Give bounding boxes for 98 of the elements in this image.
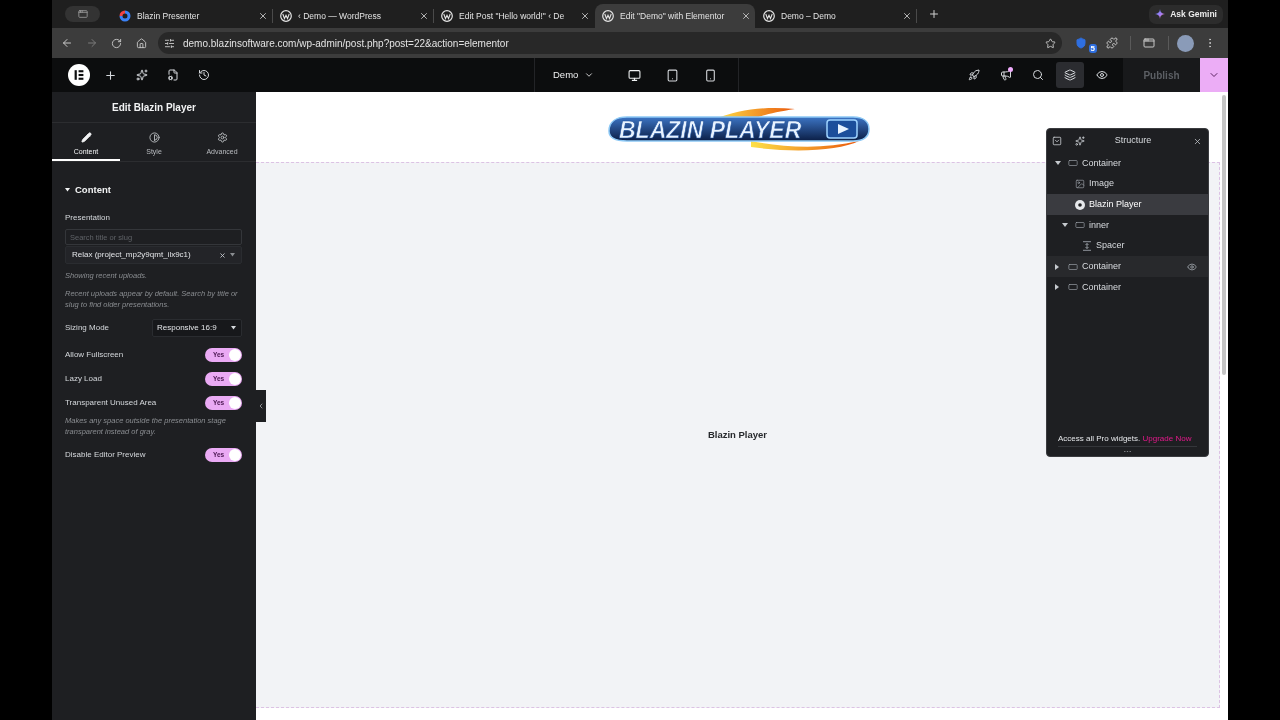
sparkle-icon bbox=[1155, 9, 1166, 19]
arrow-left-icon bbox=[60, 37, 73, 49]
contrast-icon bbox=[148, 132, 160, 143]
history-icon bbox=[197, 69, 210, 81]
tree-item[interactable]: inner bbox=[1047, 215, 1208, 236]
megaphone-icon bbox=[1000, 69, 1012, 81]
switch-knob[interactable] bbox=[229, 397, 241, 409]
ring-logo-icon bbox=[441, 10, 453, 22]
logo-icon[interactable] bbox=[68, 64, 90, 86]
rectangle-icon bbox=[1075, 220, 1085, 231]
switch-label: Lazy Load bbox=[65, 373, 103, 385]
pencil-icon bbox=[80, 132, 92, 143]
chevron-down-icon bbox=[584, 70, 595, 80]
gear-icon bbox=[216, 132, 228, 143]
close-icon[interactable] bbox=[580, 11, 590, 21]
ask-assistant-button[interactable]: Ask Gemini bbox=[1149, 4, 1223, 24]
caret-down-icon[interactable] bbox=[65, 188, 70, 192]
browser-tab[interactable]: ‹ Demo — WordPress bbox=[273, 4, 433, 28]
shield-icon bbox=[1075, 37, 1087, 49]
layers-button[interactable] bbox=[1056, 62, 1084, 88]
browser-tab[interactable]: Blazin Presenter bbox=[112, 4, 272, 28]
sparkles-icon bbox=[135, 69, 148, 81]
close-icon[interactable] bbox=[419, 11, 429, 21]
caret-down-icon[interactable] bbox=[1055, 161, 1061, 166]
close-icon[interactable] bbox=[258, 11, 268, 21]
ring-logo-icon bbox=[602, 10, 614, 22]
browser-tab[interactable]: Edit Post "Hello world!" ‹ De bbox=[434, 4, 594, 28]
ring-logo-icon bbox=[763, 10, 775, 22]
section-header[interactable]: Content bbox=[65, 182, 242, 198]
switch-knob[interactable] bbox=[229, 373, 241, 385]
eye-icon bbox=[1096, 69, 1108, 81]
browser-tab[interactable]: Edit "Demo" with Elementor bbox=[595, 4, 755, 28]
panel-title: Edit Blazin Player bbox=[112, 100, 196, 115]
tab-overview-button[interactable] bbox=[65, 6, 100, 22]
smartphone-icon bbox=[703, 68, 717, 82]
eye-icon[interactable] bbox=[1187, 261, 1197, 272]
tree-item[interactable]: Container bbox=[1047, 277, 1208, 298]
upgrade-link[interactable]: Upgrade Now bbox=[1142, 433, 1192, 443]
search-icon bbox=[1032, 69, 1044, 81]
widget-label: Blazin Player bbox=[707, 427, 768, 442]
square-chevron-icon[interactable] bbox=[1052, 136, 1062, 146]
tablet-icon bbox=[665, 68, 679, 82]
structure-title: Structure bbox=[1114, 134, 1152, 148]
scrollbar-thumb[interactable] bbox=[1222, 95, 1226, 375]
home-icon bbox=[136, 37, 147, 49]
puzzle-icon bbox=[1106, 37, 1118, 49]
extension-button[interactable]: 5 bbox=[1070, 31, 1100, 55]
switch-label: Disable Editor Preview bbox=[65, 449, 147, 461]
grip-icon[interactable] bbox=[1124, 450, 1131, 453]
promo-text: Access all Pro widgets. Upgrade Now bbox=[1058, 432, 1192, 445]
rectangle-icon bbox=[1068, 158, 1078, 169]
tree-item[interactable]: Spacer bbox=[1047, 235, 1208, 257]
tree-item[interactable]: Blazin Player bbox=[1047, 194, 1208, 216]
image-icon bbox=[1075, 179, 1085, 190]
switch-label: Allow Fullscreen bbox=[65, 349, 125, 361]
rectangle-icon bbox=[1068, 261, 1078, 272]
extension-badge: 5 bbox=[1088, 44, 1097, 53]
window-icon bbox=[1143, 37, 1155, 49]
sizing-mode-select[interactable]: Responsive 16:9 bbox=[152, 319, 242, 337]
field-label: Sizing Mode bbox=[65, 322, 111, 334]
play-disc-icon bbox=[1075, 199, 1085, 210]
tree-item[interactable]: Image bbox=[1047, 173, 1208, 195]
browser-tab[interactable]: Demo – Demo bbox=[756, 4, 916, 28]
clear-icon[interactable] bbox=[219, 251, 226, 259]
sliders-icon[interactable] bbox=[164, 37, 175, 49]
caret-down-icon[interactable] bbox=[1062, 223, 1068, 228]
caret-down-icon bbox=[230, 253, 235, 257]
reload-icon bbox=[111, 37, 122, 49]
caret-right-icon[interactable] bbox=[1055, 263, 1059, 270]
chevron-left-icon bbox=[257, 402, 265, 410]
monitor-icon bbox=[627, 68, 641, 82]
caret-down-icon bbox=[231, 326, 236, 330]
switch-label: Transparent Unused Area bbox=[65, 397, 158, 409]
close-icon[interactable] bbox=[741, 11, 751, 21]
field-label: Presentation bbox=[65, 213, 111, 223]
ring-logo-icon bbox=[280, 10, 292, 22]
close-icon[interactable] bbox=[902, 11, 912, 21]
tree-item[interactable]: Container bbox=[1047, 256, 1208, 278]
arrow-right-icon bbox=[85, 37, 98, 49]
star-icon[interactable] bbox=[1045, 37, 1056, 49]
sparkles-icon[interactable] bbox=[1075, 136, 1085, 146]
plus-icon bbox=[928, 8, 940, 20]
close-icon bbox=[1192, 136, 1202, 146]
switch-knob[interactable] bbox=[229, 449, 241, 461]
switch-knob[interactable] bbox=[229, 349, 241, 361]
rectangle-icon bbox=[1068, 282, 1078, 293]
presentation-select[interactable]: Relax (project_mp2y9qmt_ilx9c1) bbox=[65, 246, 242, 264]
swirl-logo-icon bbox=[119, 10, 131, 22]
caret-right-icon[interactable] bbox=[1055, 284, 1059, 291]
rocket-icon bbox=[968, 69, 980, 81]
avatar[interactable] bbox=[1177, 34, 1194, 52]
page-menu[interactable]: Demo bbox=[546, 63, 608, 87]
window-icon bbox=[77, 9, 88, 19]
layers-icon bbox=[1064, 69, 1076, 81]
plus-icon bbox=[104, 68, 117, 82]
vertical-spacing-icon bbox=[1082, 241, 1092, 252]
address-bar[interactable]: demo.blazinsoftware.com/wp-admin/post.php?post=22&action=elementor bbox=[158, 32, 1062, 54]
file-gear-icon bbox=[166, 69, 179, 81]
